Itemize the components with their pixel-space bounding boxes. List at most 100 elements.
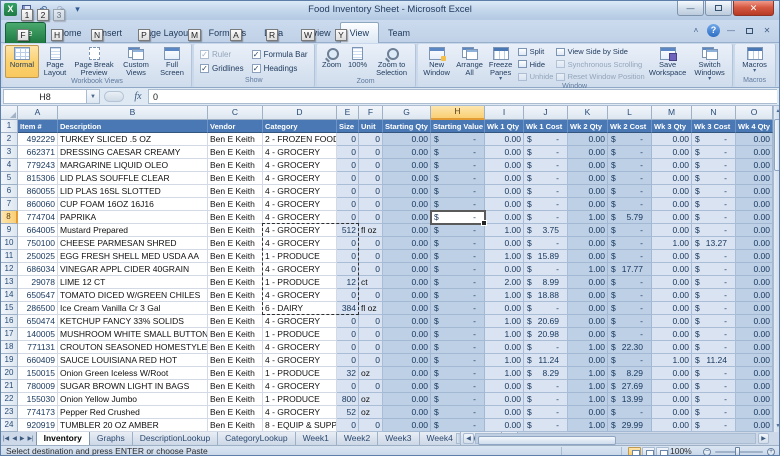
row-header-22[interactable]: 22 bbox=[1, 393, 18, 406]
cell[interactable]: $- bbox=[524, 159, 568, 172]
cell[interactable]: $- bbox=[608, 276, 652, 289]
cell[interactable]: 4 - GROCERY bbox=[263, 263, 337, 276]
cell[interactable]: $- bbox=[524, 198, 568, 211]
cell[interactable]: 0 bbox=[359, 172, 383, 185]
cell[interactable]: $22.30 bbox=[608, 341, 652, 354]
cell[interactable]: 0.00 bbox=[568, 276, 608, 289]
cell[interactable]: EGG FRESH SHELL MED USDA AA bbox=[58, 250, 208, 263]
excel-logo-icon[interactable]: X bbox=[4, 3, 17, 16]
cell[interactable]: 0.00 bbox=[485, 237, 524, 250]
maximize-button[interactable] bbox=[705, 1, 732, 16]
cell[interactable]: 2 - FROZEN FOOD bbox=[263, 133, 337, 146]
cell[interactable]: 0.00 bbox=[383, 133, 431, 146]
cell[interactable]: 0 bbox=[359, 133, 383, 146]
row-header-8[interactable]: 8 bbox=[1, 211, 18, 224]
row-header-4[interactable]: 4 bbox=[1, 159, 18, 172]
sheet-tab-week3[interactable]: Week3 bbox=[378, 432, 419, 445]
insert-function-icon[interactable]: fx bbox=[128, 91, 148, 102]
cell[interactable]: 384 bbox=[337, 302, 359, 315]
cell[interactable]: $8.29 bbox=[608, 367, 652, 380]
row-header-17[interactable]: 17 bbox=[1, 328, 18, 341]
cell[interactable]: $- bbox=[431, 159, 485, 172]
cell[interactable]: LID PLAS SOUFFLE CLEAR bbox=[58, 172, 208, 185]
cell[interactable]: 860060 bbox=[18, 198, 58, 211]
cell[interactable]: 0.00 bbox=[736, 393, 773, 406]
cell[interactable]: $- bbox=[524, 406, 568, 419]
cell[interactable]: Ben E Keith bbox=[208, 341, 263, 354]
arrange-all-button[interactable]: Arrange All bbox=[454, 45, 486, 83]
cell[interactable]: 1 - PRODUCE bbox=[263, 328, 337, 341]
cell[interactable]: 0.00 bbox=[485, 419, 524, 432]
cell[interactable]: 664005 bbox=[18, 224, 58, 237]
cell[interactable]: 0 bbox=[359, 341, 383, 354]
cell[interactable]: $- bbox=[692, 393, 736, 406]
cell[interactable]: $8.99 bbox=[524, 276, 568, 289]
cell[interactable]: 1.00 bbox=[485, 250, 524, 263]
cell[interactable]: TUMBLER 20 OZ AMBER bbox=[58, 419, 208, 432]
table-header-cell[interactable]: Wk 2 Cost bbox=[608, 120, 652, 133]
cell[interactable]: $- bbox=[524, 302, 568, 315]
cell[interactable]: 0.00 bbox=[485, 302, 524, 315]
cell[interactable]: 0.00 bbox=[652, 211, 692, 224]
cell[interactable]: 0.00 bbox=[736, 133, 773, 146]
cell[interactable]: 0.00 bbox=[736, 328, 773, 341]
cell[interactable]: $- bbox=[608, 328, 652, 341]
cell[interactable]: 1 - PRODUCE bbox=[263, 393, 337, 406]
cell[interactable]: $- bbox=[431, 380, 485, 393]
cell[interactable]: $5.79 bbox=[608, 211, 652, 224]
cell[interactable]: 0.00 bbox=[383, 172, 431, 185]
cell[interactable]: VINEGAR APPL CIDER 40GRAIN bbox=[58, 263, 208, 276]
cell[interactable]: 0.00 bbox=[568, 224, 608, 237]
cell[interactable]: 0.00 bbox=[652, 341, 692, 354]
cell[interactable]: 1.00 bbox=[568, 393, 608, 406]
cell[interactable]: $- bbox=[431, 354, 485, 367]
cell[interactable]: 0.00 bbox=[736, 406, 773, 419]
cell[interactable]: Ben E Keith bbox=[208, 133, 263, 146]
cell[interactable]: 750100 bbox=[18, 237, 58, 250]
select-all-corner[interactable] bbox=[1, 106, 18, 120]
cell[interactable]: 920919 bbox=[18, 419, 58, 432]
cell[interactable]: 0.00 bbox=[736, 315, 773, 328]
cell[interactable]: 1.00 bbox=[485, 367, 524, 380]
cell[interactable]: 2.00 bbox=[485, 276, 524, 289]
hscroll-right-arrow[interactable]: ▶ bbox=[758, 433, 769, 444]
cell[interactable]: 0.00 bbox=[485, 133, 524, 146]
cell[interactable]: $- bbox=[692, 276, 736, 289]
cell[interactable]: $- bbox=[431, 133, 485, 146]
cell[interactable]: 0.00 bbox=[485, 341, 524, 354]
cell[interactable]: 0 bbox=[359, 237, 383, 250]
horizontal-scrollbar[interactable] bbox=[475, 433, 756, 444]
cell[interactable]: 0.00 bbox=[383, 237, 431, 250]
cell[interactable]: $- bbox=[692, 380, 736, 393]
cell[interactable]: $- bbox=[608, 315, 652, 328]
cell[interactable]: 1.00 bbox=[568, 341, 608, 354]
cell[interactable]: fl oz bbox=[359, 302, 383, 315]
cell[interactable]: $- bbox=[524, 341, 568, 354]
cell[interactable]: 0 bbox=[337, 211, 359, 224]
cell[interactable]: 1 - PRODUCE bbox=[263, 276, 337, 289]
cell[interactable]: 4 - GROCERY bbox=[263, 315, 337, 328]
checkbox-formula-bar[interactable]: ✓Formula Bar bbox=[252, 49, 308, 59]
cell[interactable]: 0.00 bbox=[652, 380, 692, 393]
ribbon-tab-review[interactable]: Review bbox=[292, 23, 340, 43]
cell[interactable]: 4 - GROCERY bbox=[263, 354, 337, 367]
minimize-ribbon-button[interactable]: ˄ bbox=[689, 24, 703, 37]
cell[interactable]: Ben E Keith bbox=[208, 172, 263, 185]
cell[interactable]: $20.98 bbox=[524, 328, 568, 341]
cell[interactable]: $- bbox=[608, 406, 652, 419]
cell[interactable]: 779243 bbox=[18, 159, 58, 172]
cell[interactable]: $- bbox=[692, 263, 736, 276]
sheet-tab-week2[interactable]: Week2 bbox=[337, 432, 378, 445]
cell[interactable]: $- bbox=[524, 393, 568, 406]
cell[interactable]: 0.00 bbox=[736, 289, 773, 302]
cell[interactable]: 1.00 bbox=[485, 328, 524, 341]
cell[interactable]: 0.00 bbox=[652, 315, 692, 328]
cell[interactable]: 1.00 bbox=[485, 354, 524, 367]
cell[interactable]: 0.00 bbox=[652, 367, 692, 380]
formula-input[interactable]: 0 bbox=[148, 89, 777, 104]
cell[interactable]: 0.00 bbox=[736, 341, 773, 354]
cell[interactable]: Ben E Keith bbox=[208, 276, 263, 289]
sheet-tab-week1[interactable]: Week1 bbox=[296, 432, 337, 445]
cell[interactable]: 0.00 bbox=[568, 328, 608, 341]
cell[interactable]: $8.29 bbox=[524, 367, 568, 380]
